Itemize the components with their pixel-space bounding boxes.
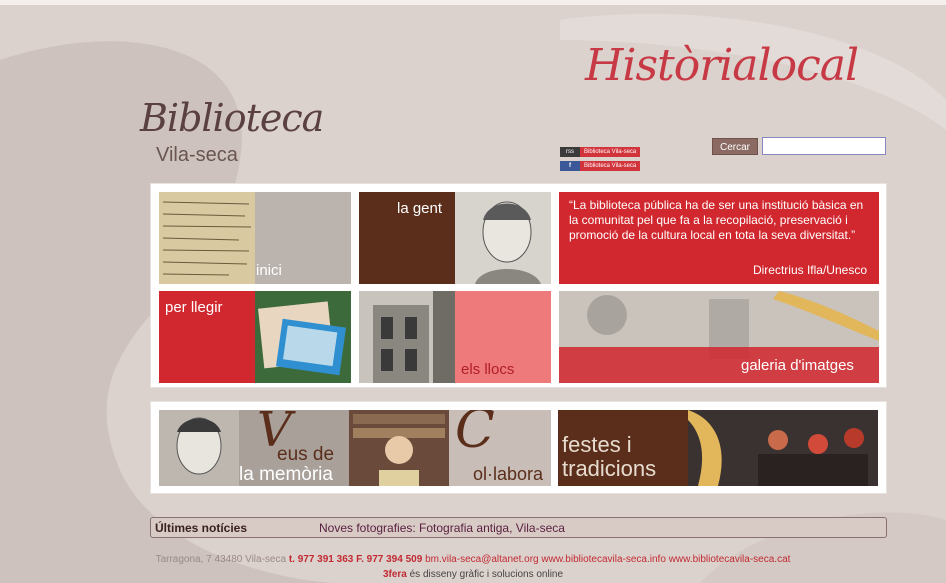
tile-galeria[interactable]: galeria d'imatges bbox=[559, 291, 879, 383]
portrait-image bbox=[455, 192, 551, 284]
footer: Tarragona, 7 43480 Vila-seca t. 977 391 … bbox=[0, 552, 946, 582]
page: Biblioteca Vila-seca Històrialocal rss B… bbox=[0, 0, 946, 583]
quote-author: Directrius Ifla/Unesco bbox=[752, 263, 867, 277]
tile-galeria-label: galeria d'imatges bbox=[741, 357, 854, 374]
logo-subtitle: Vila-seca bbox=[156, 144, 238, 166]
library-logo[interactable]: Biblioteca Vila-seca bbox=[140, 88, 340, 178]
tile-inici[interactable]: inici bbox=[159, 192, 351, 284]
tile-inici-label: inici bbox=[256, 262, 282, 279]
festival-image bbox=[688, 410, 878, 486]
rss-link-label: Biblioteca Vila-seca bbox=[580, 146, 641, 157]
footer-credit-brand[interactable]: 3fera bbox=[383, 569, 407, 580]
facebook-link-label: Biblioteca Vila-seca bbox=[580, 160, 641, 171]
search-button[interactable]: Cercar bbox=[712, 138, 758, 155]
tile-veus-line1: eus de bbox=[277, 444, 335, 465]
tile-per-llegir-label: per llegir bbox=[165, 299, 223, 316]
footer-credit-line: 3fera és disseny gràfic i solucions onli… bbox=[0, 567, 946, 582]
reader-image bbox=[349, 410, 449, 486]
building-image bbox=[359, 291, 455, 383]
tile-col-rest: ol·labora bbox=[473, 464, 544, 484]
manuscript-image bbox=[159, 192, 255, 284]
rss-link[interactable]: rss Biblioteca Vila-seca bbox=[560, 146, 641, 157]
footer-credit-text: és disseny gràfic i solucions online bbox=[409, 569, 564, 580]
top-strip bbox=[0, 0, 946, 5]
face-image bbox=[159, 410, 239, 486]
news-heading: Últimes notícies bbox=[155, 521, 248, 535]
social-links: rss Biblioteca Vila-seca f Biblioteca Vi… bbox=[560, 146, 641, 174]
facebook-link[interactable]: f Biblioteca Vila-seca bbox=[560, 160, 641, 171]
tile-la-gent-label: la gent bbox=[397, 200, 443, 217]
news-item-link[interactable]: Noves fotografies: Fotografia antiga, Vi… bbox=[319, 521, 565, 535]
logo-script-text: Biblioteca bbox=[140, 96, 324, 140]
books-image bbox=[255, 291, 351, 383]
tile-per-llegir[interactable]: per llegir bbox=[159, 291, 351, 383]
footer-contact-line: Tarragona, 7 43480 Vila-seca t. 977 391 … bbox=[0, 552, 946, 567]
footer-email-link[interactable]: bm.vila-seca@altanet.org bbox=[425, 554, 539, 565]
tile-veus-de-la-memoria[interactable]: V eus de la memòria bbox=[159, 410, 349, 486]
tile-els-llocs-label: els llocs bbox=[461, 361, 515, 378]
tile-festes-i-tradicions[interactable]: festes i tradicions bbox=[558, 410, 878, 486]
quote-text: “La biblioteca pública ha de ser una ins… bbox=[569, 198, 864, 242]
tile-col-big-letter: C bbox=[455, 410, 495, 460]
tile-festes-line2: tradicions bbox=[562, 456, 657, 481]
footer-address: Tarragona, 7 43480 Vila-seca bbox=[155, 554, 287, 565]
tile-festes-line1: festes i bbox=[562, 432, 632, 457]
search-input[interactable] bbox=[762, 137, 886, 155]
news-bar: Últimes notícies Noves fotografies: Foto… bbox=[150, 517, 887, 538]
rss-icon: rss bbox=[560, 146, 580, 157]
footer-web-info-link[interactable]: www.bibliotecavila-seca.info bbox=[541, 554, 666, 565]
footer-phones: t. 977 391 363 F. 977 394 509 bbox=[288, 554, 423, 565]
tile-la-gent[interactable]: la gent bbox=[359, 192, 551, 284]
quote-block: “La biblioteca pública ha de ser una ins… bbox=[559, 192, 879, 284]
section-title: Històrialocal bbox=[585, 40, 859, 91]
tile-col-labora[interactable]: C ol·labora bbox=[349, 410, 551, 486]
facebook-icon: f bbox=[560, 160, 580, 171]
tile-veus-line2: la memòria bbox=[239, 464, 333, 485]
footer-web-cat-link[interactable]: www.bibliotecavila-seca.cat bbox=[669, 554, 791, 565]
tile-els-llocs[interactable]: els llocs bbox=[359, 291, 551, 383]
